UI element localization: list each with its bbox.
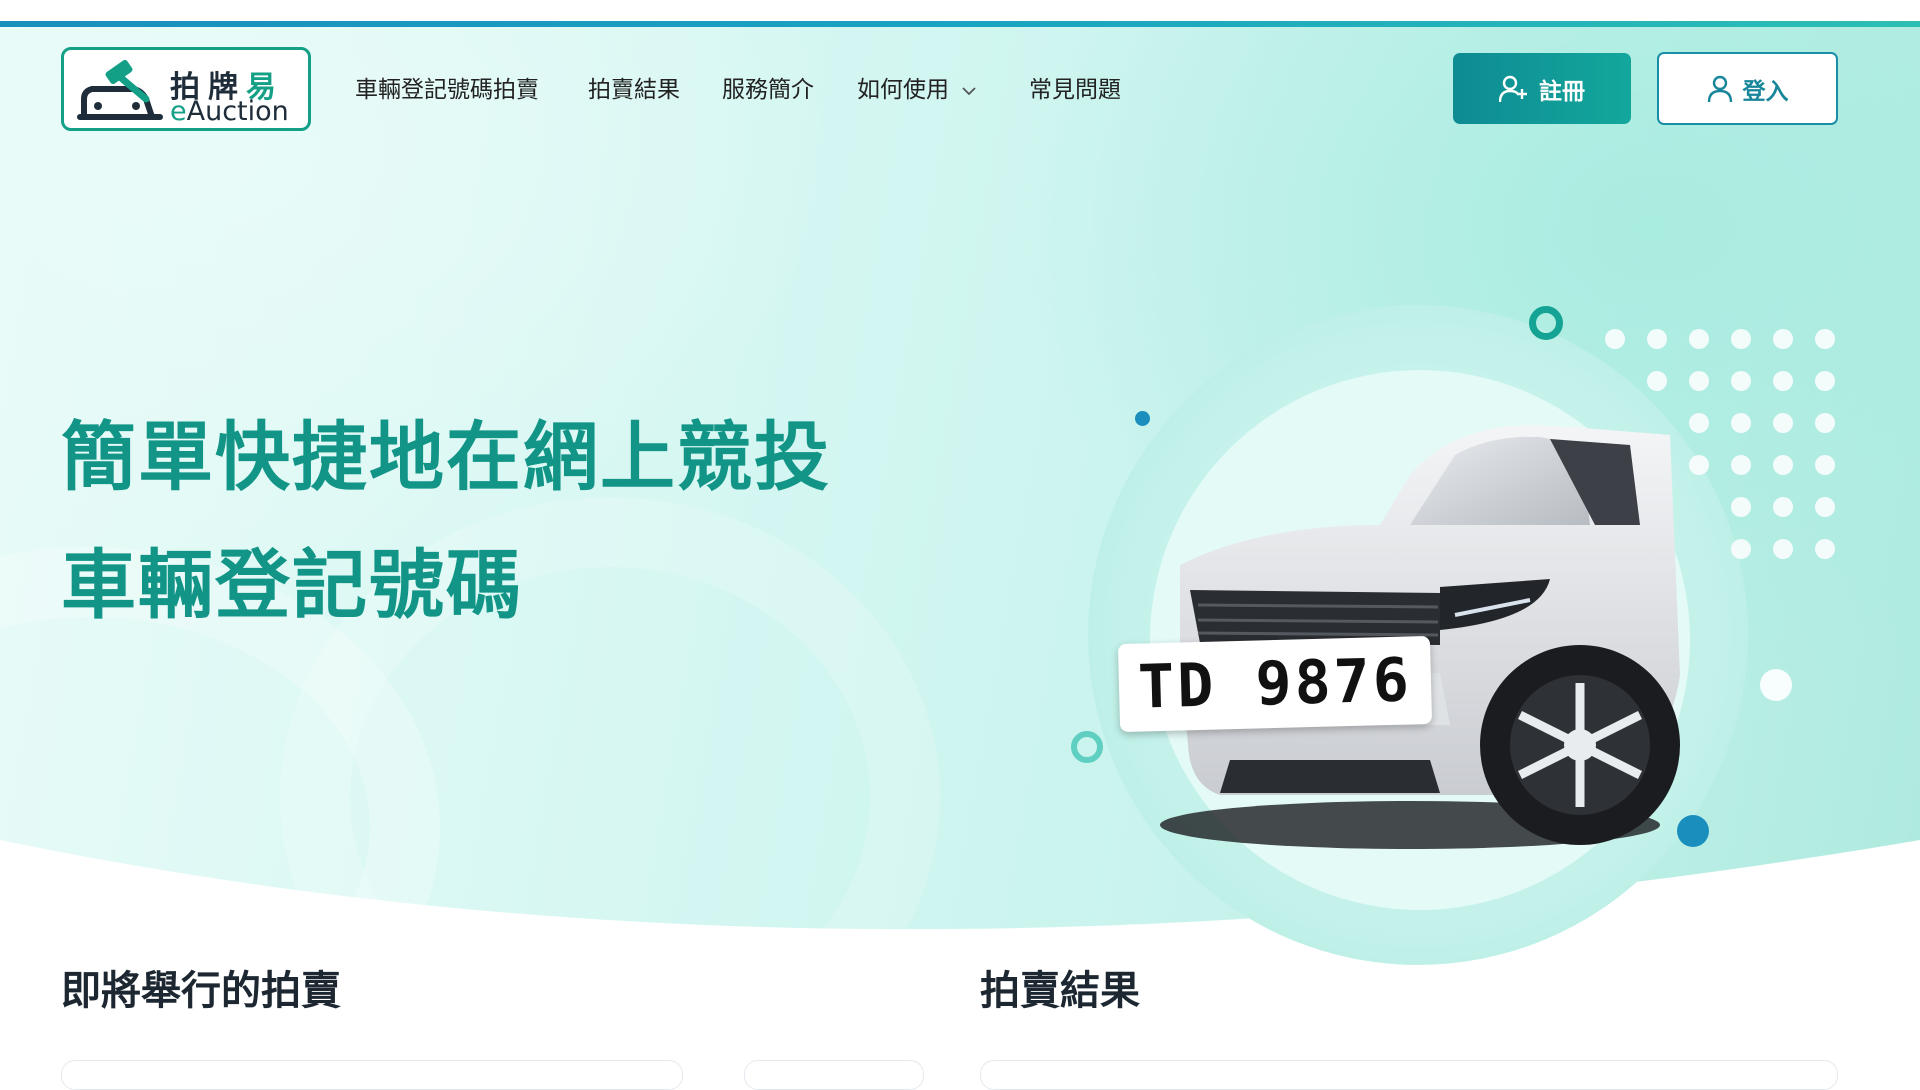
login-button[interactable]: 登入 xyxy=(1657,52,1838,125)
login-label: 登入 xyxy=(1742,78,1789,105)
register-button[interactable]: 註冊 xyxy=(1453,53,1631,124)
add-user-icon xyxy=(1499,75,1527,102)
eauction-logo[interactable]: 拍牌易 eAuction xyxy=(61,47,311,131)
nav-item-how-to-use-label: 如何使用 xyxy=(857,77,949,103)
register-label: 註冊 xyxy=(1539,78,1585,105)
decor-dot xyxy=(1760,669,1792,701)
plate-number: TD 9876 xyxy=(1137,645,1413,723)
logo-en-part: Auction xyxy=(186,96,289,127)
chevron-down-icon xyxy=(962,86,976,95)
logo-en-accent: e xyxy=(170,96,187,127)
nav-item-service[interactable]: 服務簡介 xyxy=(722,76,814,104)
logo-english-name: eAuction xyxy=(170,96,289,127)
suv-car-illustration xyxy=(1160,425,1680,849)
user-icon xyxy=(1707,75,1732,102)
upcoming-auctions-title: 即將舉行的拍賣 xyxy=(61,968,341,1014)
upcoming-auction-card[interactable] xyxy=(744,1060,924,1090)
decor-ring xyxy=(1071,731,1103,763)
gavel-car-icon xyxy=(77,59,163,120)
auction-results-title: 拍賣結果 xyxy=(980,968,1140,1014)
hero-headline-line2: 車輛登記號碼 xyxy=(61,541,524,629)
nav-item-how-to-use[interactable]: 如何使用 xyxy=(857,76,977,104)
nav-item-faq[interactable]: 常見問題 xyxy=(1029,76,1121,104)
nav-item-auction[interactable]: 車輛登記號碼拍賣 xyxy=(355,76,539,104)
license-plate: TD 9876 xyxy=(1117,635,1433,733)
nav-item-results[interactable]: 拍賣結果 xyxy=(588,76,680,104)
decor-ring xyxy=(1529,306,1563,340)
hero-headline-line1: 簡單快捷地在網上競投 xyxy=(61,413,832,501)
upcoming-auction-card[interactable] xyxy=(61,1060,683,1090)
auction-result-card[interactable] xyxy=(980,1060,1838,1090)
